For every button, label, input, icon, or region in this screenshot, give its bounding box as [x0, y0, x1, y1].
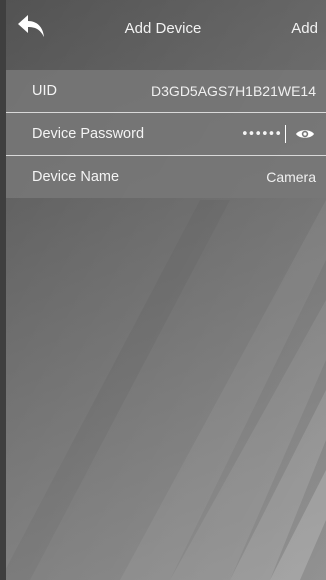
uid-label: UID — [32, 83, 57, 99]
password-label: Device Password — [32, 126, 145, 142]
uid-value[interactable]: D3GD5AGS7H1B21WE14 — [151, 83, 316, 99]
page-title: Add Device — [124, 20, 202, 37]
add-button[interactable]: Add — [291, 20, 318, 37]
password-input[interactable] — [241, 126, 281, 142]
uid-row[interactable]: UID D3GD5AGS7H1B21WE14 — [6, 70, 326, 112]
name-row[interactable]: Device Name Camera — [6, 156, 326, 198]
toggle-password-visibility[interactable] — [294, 126, 316, 142]
text-caret — [285, 125, 286, 143]
name-label: Device Name — [32, 169, 120, 185]
name-value[interactable]: Camera — [266, 169, 316, 185]
password-field-wrap — [241, 125, 316, 143]
device-form: UID D3GD5AGS7H1B21WE14 Device Password D… — [6, 70, 326, 198]
password-row[interactable]: Device Password — [6, 113, 326, 155]
header: Add Device Add — [0, 0, 326, 60]
eye-icon — [296, 130, 314, 138]
